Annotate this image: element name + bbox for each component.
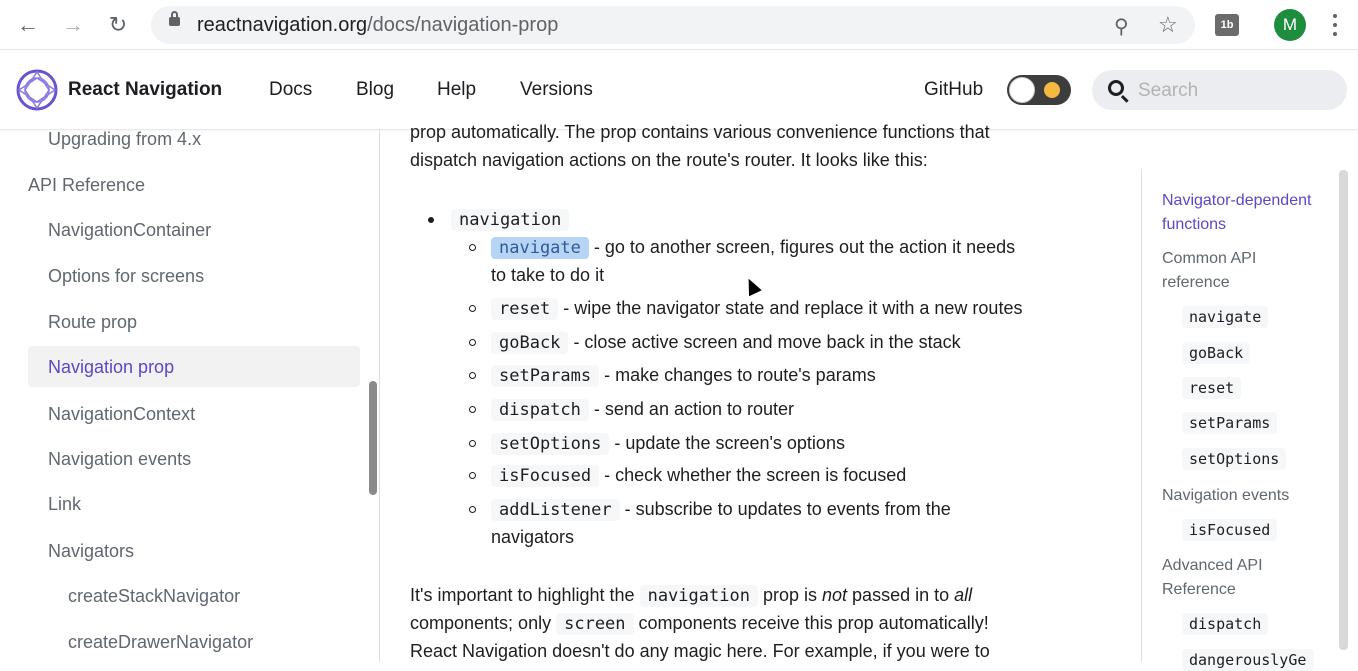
paragraph-line-3: React Navigation doesn't do any magic he… xyxy=(410,641,990,661)
list-bullet xyxy=(428,217,434,223)
reload-icon[interactable]: ↻ xyxy=(103,10,133,40)
toc-scrollbar[interactable] xyxy=(1339,170,1348,650)
brand-title[interactable]: React Navigation xyxy=(68,79,222,101)
toc-code-item[interactable]: navigate xyxy=(1182,306,1269,328)
search-icon xyxy=(1108,80,1124,96)
method-code: navigate xyxy=(491,237,589,259)
sidebar-category-api-reference[interactable]: API Reference xyxy=(28,175,145,196)
sidebar-item-navigation-events[interactable]: Navigation events xyxy=(48,449,191,470)
browser-toolbar: ← → ↻ reactnavigation.org/docs/navigatio… xyxy=(0,0,1358,50)
sidebar-scrollbar[interactable] xyxy=(369,381,377,495)
toc-code-item[interactable]: setOptions xyxy=(1182,448,1287,470)
toc-code-item[interactable]: isFocused xyxy=(1182,519,1278,541)
dark-mode-toggle[interactable] xyxy=(1007,75,1071,105)
method-reset: reset - wipe the navigator state and rep… xyxy=(491,294,1022,323)
zoom-icon[interactable]: ⚲ xyxy=(1114,14,1129,39)
toc-item[interactable]: functions xyxy=(1162,213,1226,237)
list-bullet xyxy=(469,372,476,379)
method-addlistener: addListener - subscribe to updates to ev… xyxy=(491,495,951,524)
toc-item[interactable]: Advanced API xyxy=(1162,554,1263,578)
method-navigate: navigate - go to another screen, figures… xyxy=(491,233,1015,262)
toc-code-item[interactable]: reset xyxy=(1182,377,1242,399)
list-bullet xyxy=(469,506,476,513)
doc-content: prop automatically. The prop contains va… xyxy=(410,122,1110,662)
intro-line-2: dispatch navigation actions on the route… xyxy=(410,150,928,170)
toc-item[interactable]: Reference xyxy=(1162,578,1236,602)
list-item-navigation: navigation xyxy=(451,205,570,234)
sidebar-item-route-prop[interactable]: Route prop xyxy=(48,312,137,333)
toc-item[interactable]: Common API xyxy=(1162,247,1256,271)
sidebar-item-createstacknavigator[interactable]: createStackNavigator xyxy=(68,586,240,607)
docs-sidebar: Upgrading from 4.x API Reference Navigat… xyxy=(0,129,380,662)
sidebar-item-link[interactable]: Link xyxy=(48,494,81,515)
sun-icon xyxy=(1044,82,1060,98)
more-menu-icon[interactable] xyxy=(1325,12,1345,38)
sidebar-item-options-for-screens[interactable]: Options for screens xyxy=(48,266,204,287)
method-isfocused: isFocused - check whether the screen is … xyxy=(491,461,906,490)
method-goback: goBack - close active screen and move ba… xyxy=(491,328,961,357)
sidebar-item-createdrawernavigator[interactable]: createDrawerNavigator xyxy=(68,632,253,653)
toggle-knob xyxy=(1009,77,1035,103)
toc-item[interactable]: reference xyxy=(1162,271,1230,295)
nav-link-help[interactable]: Help xyxy=(437,79,476,101)
method-addlistener-cont: navigators xyxy=(491,527,575,547)
search-input[interactable]: Search xyxy=(1092,70,1347,110)
toc-item[interactable]: Navigator-dependent xyxy=(1162,189,1311,213)
nav-link-versions[interactable]: Versions xyxy=(520,79,593,101)
intro-line-1: prop automatically. The prop contains va… xyxy=(410,122,990,142)
address-bar[interactable]: reactnavigation.org/docs/navigation-prop… xyxy=(151,6,1195,44)
toc-code-item[interactable]: setParams xyxy=(1182,412,1278,434)
extension-icon[interactable]: 1b xyxy=(1215,14,1239,36)
toc-code-item[interactable]: goBack xyxy=(1182,342,1251,364)
list-bullet xyxy=(469,440,476,447)
sidebar-item-upgrading[interactable]: Upgrading from 4.x xyxy=(48,129,201,150)
sidebar-category-navigators[interactable]: Navigators xyxy=(48,541,134,562)
list-bullet xyxy=(469,339,476,346)
react-navigation-logo-icon[interactable] xyxy=(16,69,58,111)
paragraph-line-2: components; only screen components recei… xyxy=(410,613,989,635)
forward-arrow-icon[interactable]: → xyxy=(58,10,88,40)
list-bullet xyxy=(469,244,476,251)
sidebar-item-navigation-prop[interactable]: Navigation prop xyxy=(48,357,174,378)
nav-link-blog[interactable]: Blog xyxy=(356,79,394,101)
sidebar-item-navigationcontext[interactable]: NavigationContext xyxy=(48,404,195,425)
method-dispatch: dispatch - send an action to router xyxy=(491,395,794,424)
back-arrow-icon[interactable]: ← xyxy=(13,10,43,40)
method-setparams: setParams - make changes to route's para… xyxy=(491,361,876,390)
search-placeholder: Search xyxy=(1138,80,1199,101)
paragraph-line-1: It's important to highlight the navigati… xyxy=(410,585,973,607)
avatar[interactable]: M xyxy=(1274,9,1306,41)
sidebar-item-navigationcontainer[interactable]: NavigationContainer xyxy=(48,220,211,241)
url-text: reactnavigation.org/docs/navigation-prop xyxy=(197,14,559,36)
method-navigate-cont: to take to do it xyxy=(491,265,605,285)
table-of-contents: Navigator-dependent functions Common API… xyxy=(1141,169,1341,671)
nav-link-docs[interactable]: Docs xyxy=(269,79,312,101)
toc-code-item[interactable]: dangerouslyGe xyxy=(1182,649,1314,671)
toc-code-item[interactable]: dispatch xyxy=(1182,613,1269,635)
nav-link-github[interactable]: GitHub xyxy=(924,79,983,101)
method-setoptions: setOptions - update the screen's options xyxy=(491,429,845,458)
toc-item[interactable]: Navigation events xyxy=(1162,484,1289,508)
lock-icon xyxy=(169,11,180,26)
star-icon[interactable]: ☆ xyxy=(1158,12,1178,38)
list-bullet xyxy=(469,305,476,312)
list-bullet xyxy=(469,406,476,413)
list-bullet xyxy=(469,472,476,479)
